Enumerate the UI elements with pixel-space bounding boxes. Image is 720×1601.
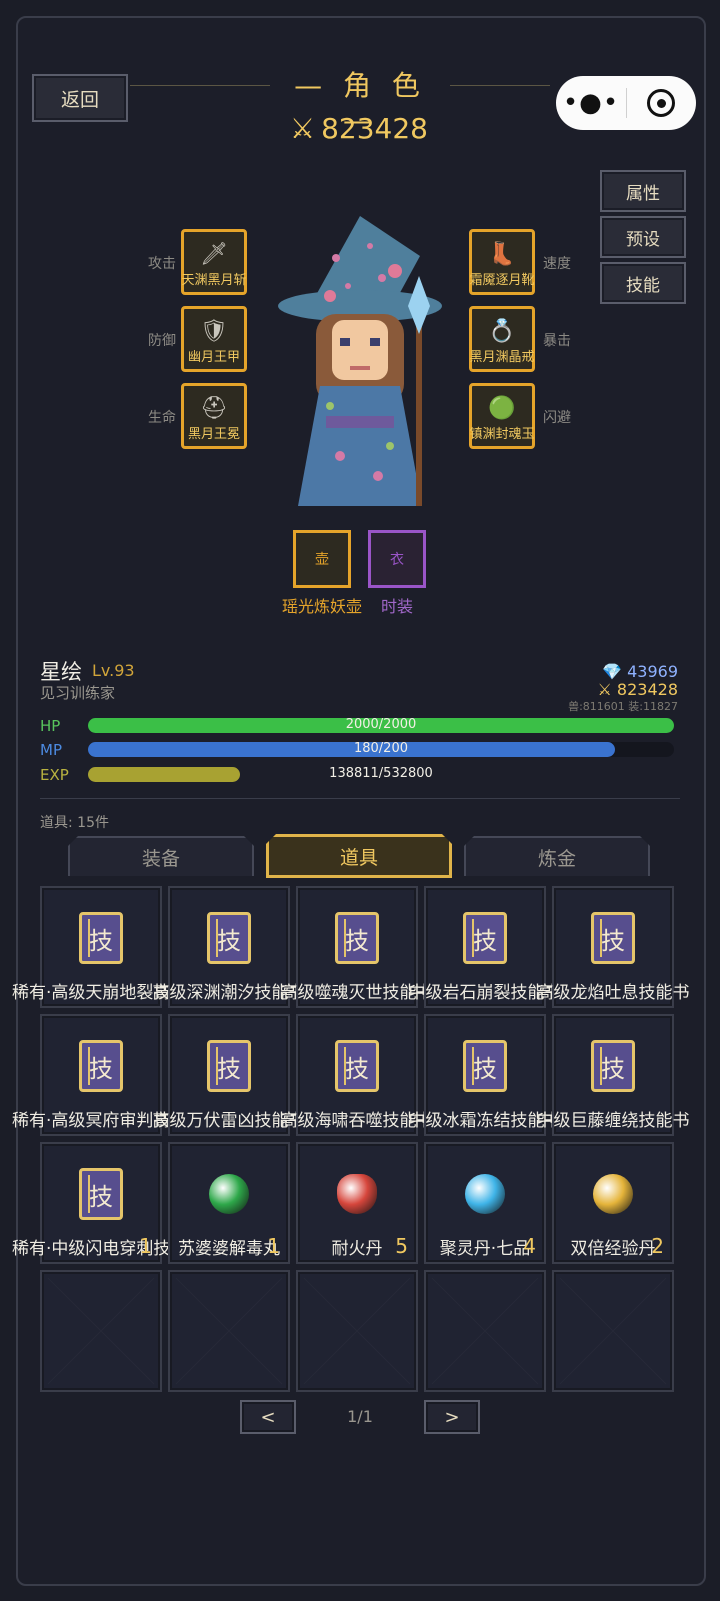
helmet-icon: ⛑ [200,396,228,421]
tab-equipment[interactable]: 装备 [68,836,254,876]
inventory-slot[interactable]: 技高级龙焰吐息技能书 [537,886,690,1008]
character-level: Lv.93 [92,661,135,680]
skill-book-icon: 技 [207,1040,251,1092]
equip-slot-pot[interactable]: 壶 [293,530,351,588]
empty-inventory-slot[interactable] [552,1270,674,1392]
equip-slot-fashion[interactable]: 衣 [368,530,426,588]
combat-power-value: 823428 [321,112,428,145]
equip-name-jade: 镇渊封魂玉 [469,427,535,442]
hp-bar: 2000/2000 [88,717,674,733]
title-divider-left [130,85,270,86]
mp-label: MP [40,741,62,759]
health-label: 生命 [148,410,176,426]
inventory-grid: 技稀有·高级天崩地裂技能书技高级深渊潮汐技能书技高级噬魂灭世技能书技中级岩石崩裂… [12,886,690,1392]
skill-book-icon: 技 [207,912,251,964]
equip-name-ring: 黑月渊晶戒 [469,350,535,365]
attributes-button[interactable]: 属性 [600,170,686,212]
gem-value: 43969 [627,662,678,681]
item-name: 双倍经验丹 [570,1239,656,1259]
mp-bar: 180/200 [88,741,674,757]
gem-count: 💎 43969 [602,662,678,681]
target-icon [647,89,675,117]
tab-alchemy[interactable]: 炼金 [464,836,650,876]
mini-program-capsule: •●• [556,76,696,130]
crit-label: 暴击 [543,333,571,349]
inventory-slot[interactable]: 双倍经验丹 2 [552,1142,674,1264]
defense-label: 防御 [148,333,176,349]
skill-book-icon: 技 [79,1040,123,1092]
tab-items[interactable]: 道具 [266,834,452,878]
exp-bar: 138811/532800 [88,766,674,782]
equip-name-helmet: 黑月王冕 [187,427,240,442]
jade-icon: 🟢 [488,396,516,421]
diamond-icon: 💎 [602,662,622,681]
equip-slot-armor[interactable]: 🛡 幽月王甲 [181,306,247,372]
skill-book-icon: 技 [335,912,379,964]
skills-button[interactable]: 技能 [600,262,686,304]
empty-inventory-slot[interactable] [40,1270,162,1392]
skill-book-icon: 技 [79,1168,123,1220]
skill-book-icon: 技 [79,912,123,964]
speed-label: 速度 [543,256,571,272]
power-breakdown: 兽:811601 装:11827 [568,700,678,713]
item-name: 高级龙焰吐息技能书 [536,983,690,1003]
pot-label: 瑶光炼妖壶 [281,597,362,616]
item-quantity: 2 [651,1234,664,1258]
hp-label: HP [40,717,61,735]
empty-inventory-slot[interactable] [296,1270,418,1392]
equip-slot-boots[interactable]: 👢 霜魇逐月靴 [469,229,535,295]
prev-page-button[interactable]: < [240,1400,296,1434]
pill-icon [209,1174,249,1214]
dodge-label: 闪避 [543,410,571,426]
potion-icon [337,1174,377,1214]
character-power: ⚔ 823428 [597,680,678,699]
equip-slot-ring[interactable]: 💍 黑月渊晶戒 [469,306,535,372]
equip-name-weapon: 天渊黑月斩 [181,273,247,288]
inventory-slot[interactable]: 技中级巨藤缠绕技能书 [537,1014,690,1136]
hp-value: 2000/2000 [345,717,417,732]
sword-icon: 🗡 [200,242,228,267]
empty-inventory-slot[interactable] [168,1270,290,1392]
character-power-value: 823428 [616,680,678,699]
mp-value: 180/200 [353,741,408,756]
equip-slot-jade[interactable]: 🟢 镇渊封魂玉 [469,383,535,449]
item-count: 道具: 15件 [40,815,109,831]
skill-book-icon: 技 [335,1040,379,1092]
skill-book-icon: 技 [463,912,507,964]
pill-icon [465,1174,505,1214]
empty-inventory-slot[interactable] [424,1270,546,1392]
coin-icon [593,1174,633,1214]
back-button[interactable]: 返回 [32,74,128,122]
skill-book-icon: 技 [591,912,635,964]
section-divider [40,798,680,799]
equip-slot-weapon[interactable]: 🗡 天渊黑月斩 [181,229,247,295]
combat-power: ⚔ 823428 [290,112,440,145]
ring-icon: 💍 [488,319,516,344]
crossed-swords-icon: ⚔ [290,112,316,145]
more-icon[interactable]: •●• [556,88,626,118]
presets-button[interactable]: 预设 [600,216,686,258]
crossed-swords-icon: ⚔ [597,680,612,699]
armor-icon: 🛡 [200,319,228,344]
exp-label: EXP [40,766,69,784]
boots-icon: 👢 [488,242,516,267]
title-divider-right [450,85,550,86]
equip-name-armor: 幽月王甲 [187,350,240,365]
close-mini-program-button[interactable] [627,89,695,117]
character-sprite [270,216,450,516]
next-page-button[interactable]: > [424,1400,480,1434]
equip-slot-helmet[interactable]: ⛑ 黑月王冕 [181,383,247,449]
attack-label: 攻击 [148,256,176,272]
skill-book-icon: 技 [463,1040,507,1092]
page-indicator: 1/1 [347,1407,373,1426]
character-title: 见习训练家 [40,684,116,702]
item-name: 中级巨藤缠绕技能书 [536,1111,690,1131]
skill-book-icon: 技 [591,1040,635,1092]
fashion-label: 时装 [380,597,413,616]
exp-value: 138811/532800 [329,766,433,781]
equip-name-boots: 霜魇逐月靴 [469,273,535,288]
